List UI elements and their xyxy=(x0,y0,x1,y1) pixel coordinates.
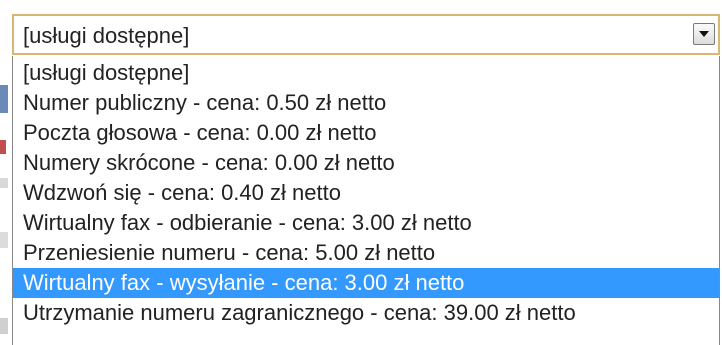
dropdown-option[interactable]: Wirtualny fax - wysyłanie - cena: 3.00 z… xyxy=(13,268,719,298)
dropdown-option[interactable]: Numer publiczny - cena: 0.50 zł netto xyxy=(13,88,719,118)
background-fragment xyxy=(0,232,8,248)
chevron-down-icon xyxy=(699,31,709,37)
background-fragment xyxy=(0,318,8,334)
background-fragment xyxy=(0,140,6,154)
dropdown-option[interactable]: Wdzwoń się - cena: 0.40 zł netto xyxy=(13,178,719,208)
dropdown-option[interactable]: Utrzymanie numeru zagranicznego - cena: … xyxy=(13,298,719,328)
dropdown-toggle-button[interactable] xyxy=(693,23,715,45)
services-dropdown-list[interactable]: [usługi dostępne] Numer publiczny - cena:… xyxy=(12,56,720,345)
services-select[interactable]: [usługi dostępne] xyxy=(12,14,720,55)
background-fragment xyxy=(0,85,8,113)
dropdown-option[interactable]: Numery skrócone - cena: 0.00 zł netto xyxy=(13,148,719,178)
dropdown-option[interactable]: Wirtualny fax - odbieranie - cena: 3.00 … xyxy=(13,208,719,238)
dropdown-option[interactable]: Poczta głosowa - cena: 0.00 zł netto xyxy=(13,118,719,148)
page: [usługi dostępne] [usługi dostępne] Numer… xyxy=(0,0,722,345)
background-fragment xyxy=(0,178,8,188)
dropdown-option[interactable]: [usługi dostępne] xyxy=(13,58,719,88)
background-page-edge xyxy=(0,0,10,345)
select-current-value: [usługi dostępne] xyxy=(23,23,190,48)
dropdown-option[interactable]: Przeniesienie numeru - cena: 5.00 zł net… xyxy=(13,238,719,268)
